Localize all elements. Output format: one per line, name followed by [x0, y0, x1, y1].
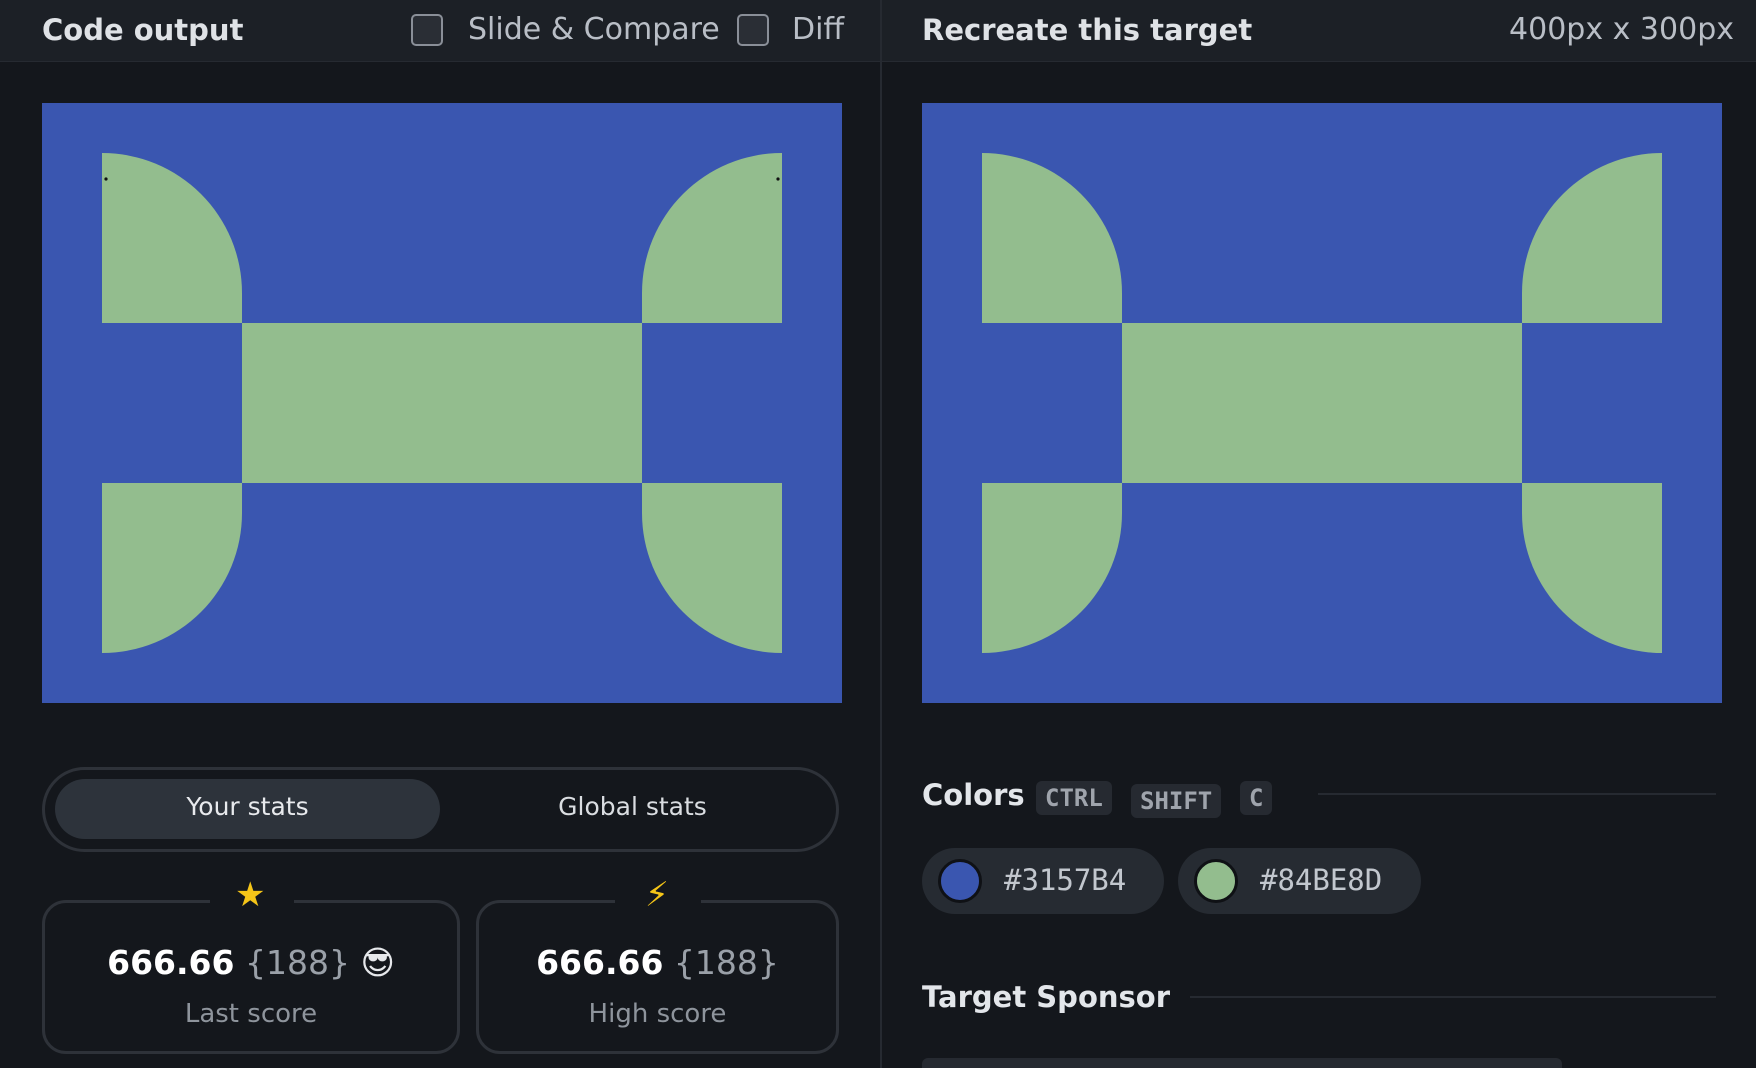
- target-dimensions: 400px x 300px: [1509, 12, 1734, 47]
- star-icon: ★: [235, 875, 266, 915]
- tab-global-stats[interactable]: Global stats: [440, 792, 825, 821]
- color-swatch-green[interactable]: #84BE8D: [1178, 848, 1421, 914]
- score-number: 666.66: [107, 943, 235, 982]
- panel-title: Code output: [42, 13, 244, 47]
- output-drawing: [42, 103, 842, 703]
- slide-compare-label[interactable]: Slide & Compare: [468, 12, 720, 47]
- kbd-ctrl: CTRL: [1036, 781, 1112, 815]
- panel-title: Recreate this target: [922, 13, 1253, 47]
- last-score-value: 666.66 {188} 😎: [45, 943, 457, 982]
- diff-label[interactable]: Diff: [792, 12, 844, 47]
- lightning-icon: ⚡: [645, 875, 669, 915]
- sponsor-box[interactable]: [922, 1058, 1562, 1068]
- score-chars: {188}: [244, 943, 350, 982]
- diff-checkbox[interactable]: [737, 14, 769, 46]
- tab-your-stats[interactable]: Your stats: [55, 792, 440, 821]
- colors-rule: [1318, 793, 1716, 795]
- colors-heading: Colors: [922, 778, 1025, 812]
- target-header: Recreate this target 400px x 300px: [882, 0, 1756, 62]
- score-number: 666.66: [536, 943, 664, 982]
- sponsor-rule: [1190, 996, 1716, 998]
- sunglasses-emoji-icon: 😎: [360, 943, 395, 982]
- target-drawing: [922, 103, 1722, 703]
- kbd-shift: SHIFT: [1131, 784, 1222, 818]
- color-hex: #3157B4: [1004, 863, 1127, 897]
- target-panel: Recreate this target 400px x 300px Color…: [882, 0, 1756, 1068]
- last-score-caption: Last score: [184, 999, 318, 1029]
- app-root: Code output Slide & Compare Diff Your st…: [0, 0, 1756, 1068]
- color-swatch-blue[interactable]: #3157B4: [922, 848, 1164, 914]
- color-dot: [1194, 859, 1238, 903]
- kbd-c: C: [1240, 781, 1273, 815]
- stats-toggle: Your stats Global stats: [42, 767, 839, 852]
- target-canvas: [922, 103, 1722, 703]
- target-sponsor-heading: Target Sponsor: [922, 980, 1171, 1014]
- high-score-value: 666.66 {188}: [479, 943, 836, 982]
- code-output-panel: Code output Slide & Compare Diff Your st…: [0, 0, 880, 1068]
- slide-compare-checkbox[interactable]: [411, 14, 443, 46]
- output-canvas[interactable]: [42, 103, 842, 703]
- last-score-card: ★ 666.66 {188} 😎 Last score: [42, 878, 460, 1054]
- high-score-caption: High score: [588, 999, 727, 1029]
- code-output-header: Code output Slide & Compare Diff: [0, 0, 880, 62]
- color-dot: [938, 859, 982, 903]
- high-score-card: ⚡ 666.66 {188} High score: [476, 878, 839, 1054]
- color-hex: #84BE8D: [1260, 863, 1383, 897]
- score-chars: {188}: [673, 943, 779, 982]
